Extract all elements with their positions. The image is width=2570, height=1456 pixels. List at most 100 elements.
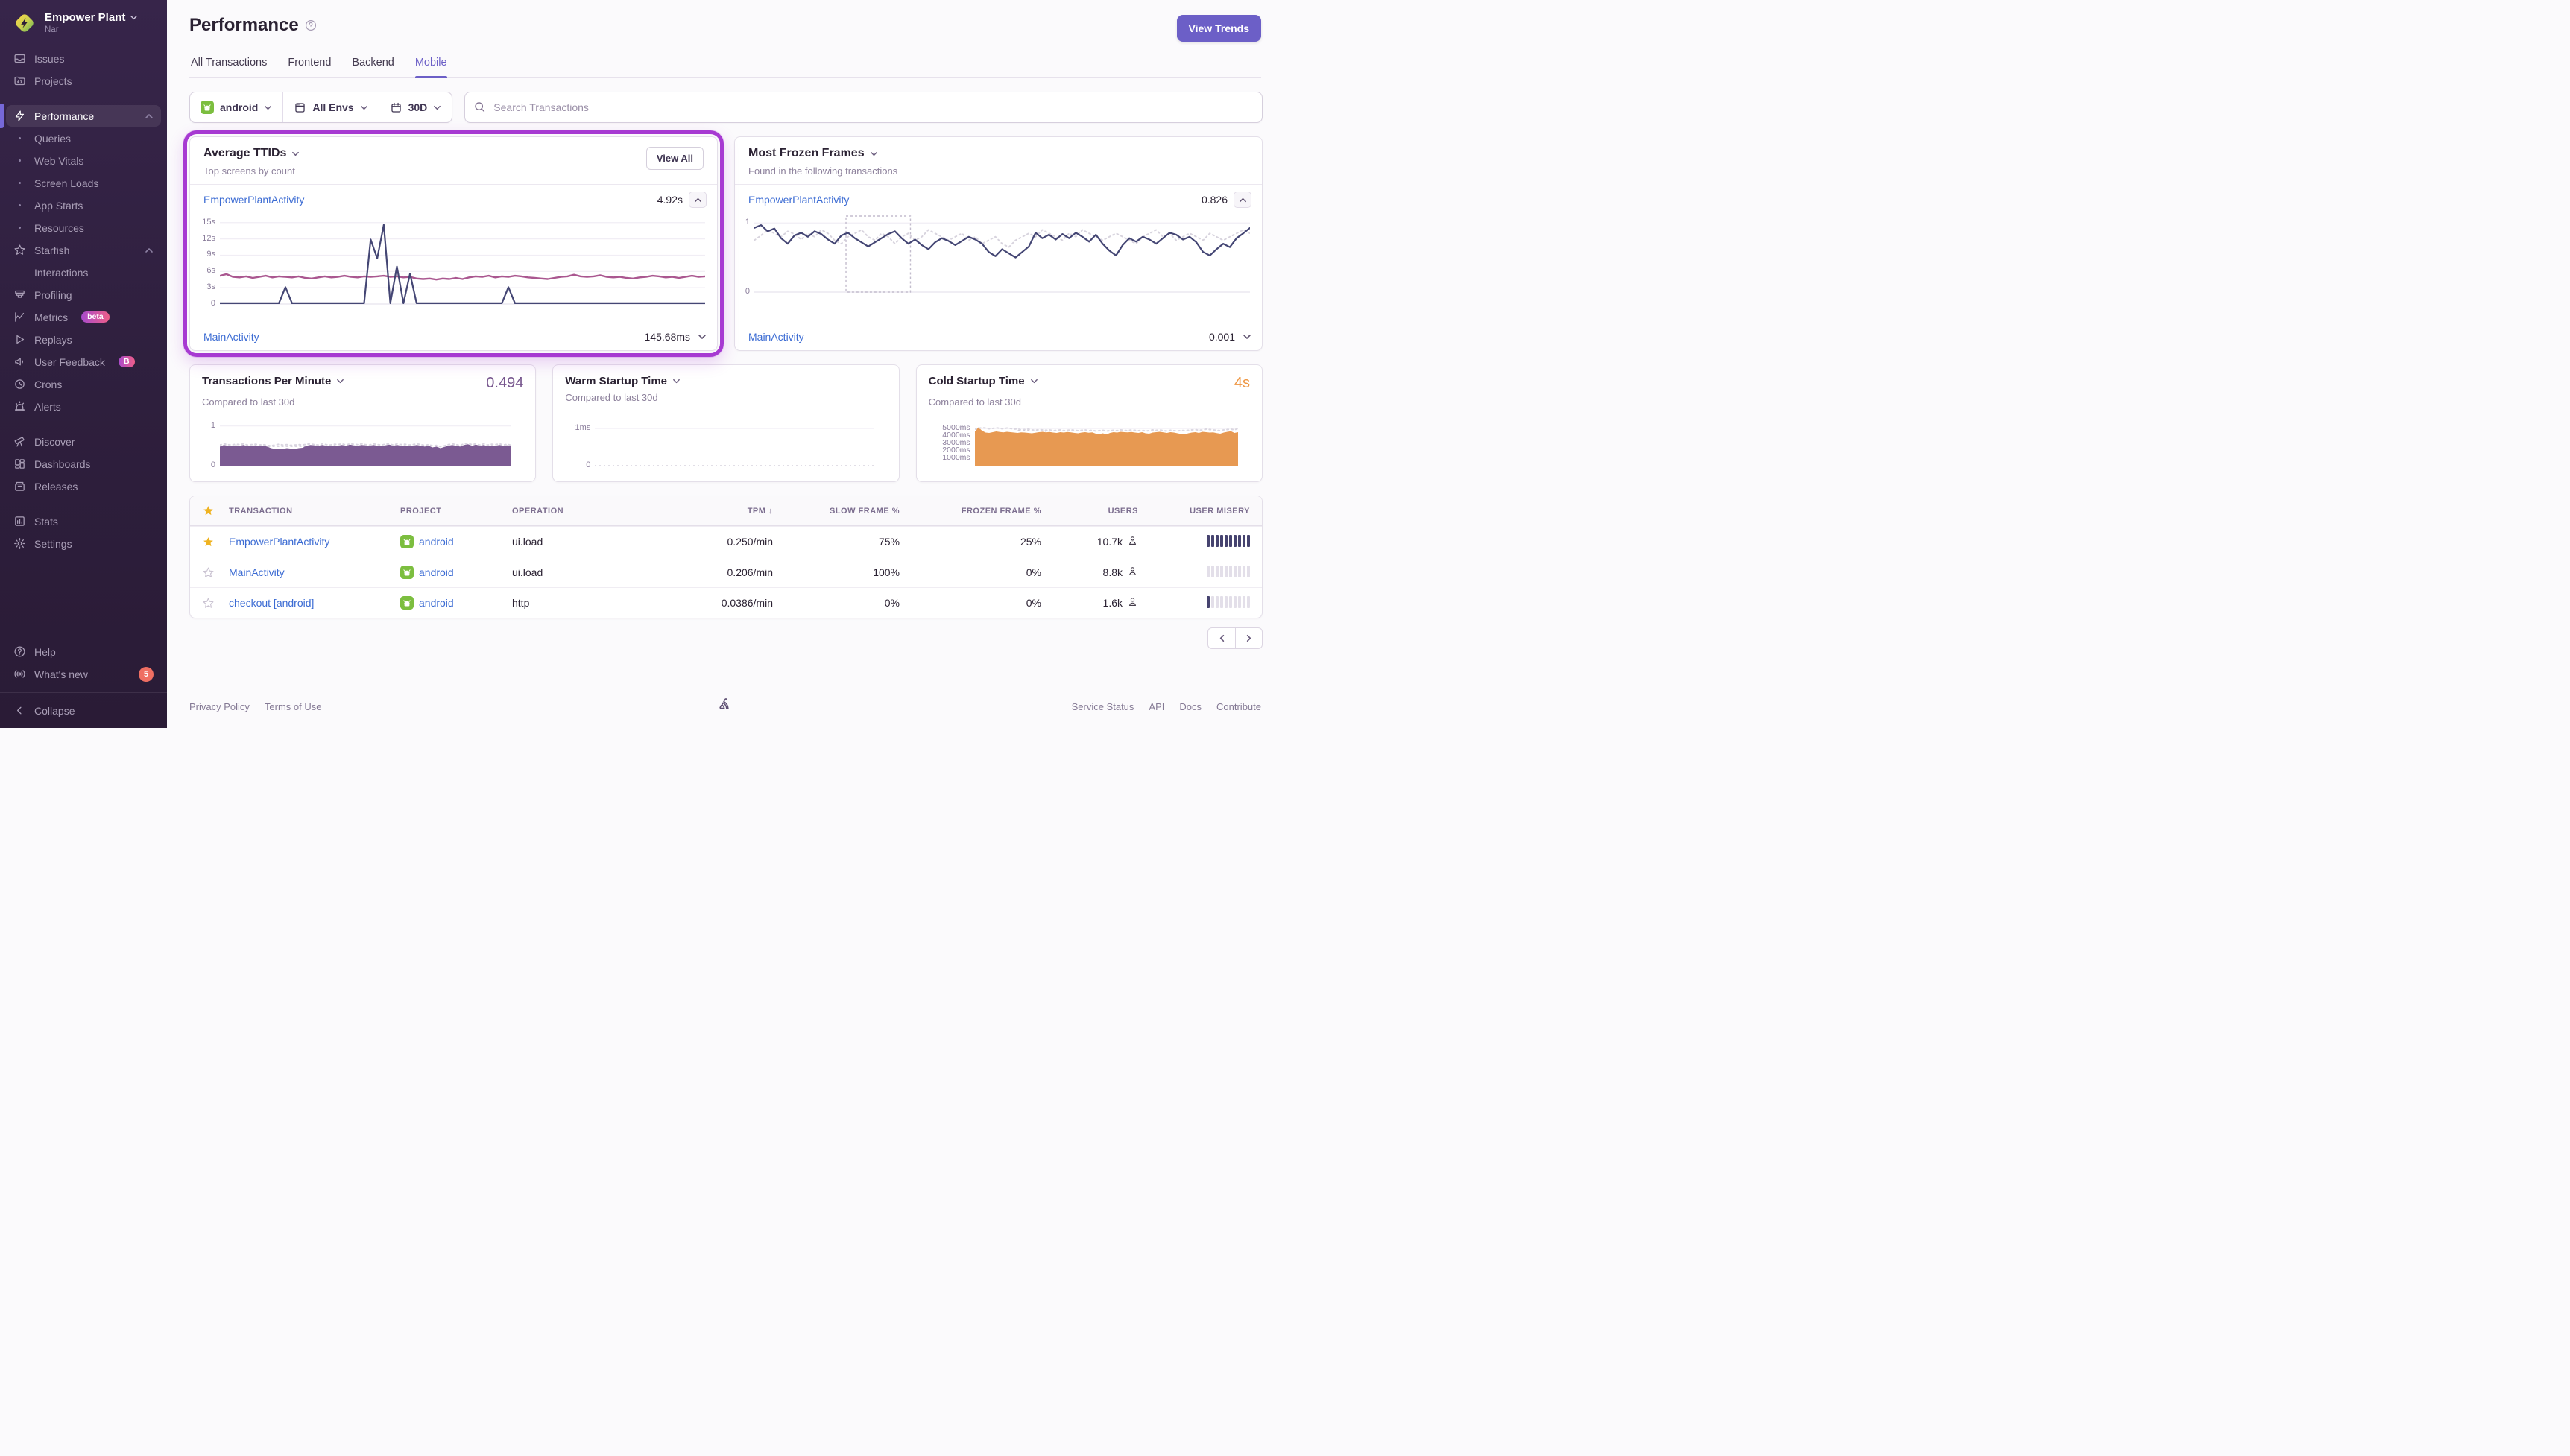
warm-subtitle: Compared to last 30d bbox=[565, 392, 886, 403]
sidebar-item-metrics[interactable]: Metricsbeta bbox=[6, 306, 161, 328]
project-link[interactable]: android bbox=[419, 597, 454, 609]
footer-link-service-status[interactable]: Service Status bbox=[1072, 701, 1134, 712]
expand-row-button[interactable] bbox=[698, 332, 707, 341]
org-switcher[interactable]: Empower Plant Nar bbox=[0, 0, 167, 43]
sidebar-item-performance[interactable]: Performance bbox=[6, 105, 161, 127]
android-project-icon bbox=[201, 101, 214, 114]
tab-frontend[interactable]: Frontend bbox=[288, 57, 331, 77]
ttids-subtitle: Top screens by count bbox=[203, 165, 300, 177]
sidebar-item-discover[interactable]: Discover bbox=[6, 431, 161, 452]
frozen-title-dropdown[interactable]: Most Frozen Frames bbox=[748, 147, 897, 160]
sidebar-item-screen-loads[interactable]: Screen Loads bbox=[6, 172, 161, 194]
transaction-link[interactable]: EmpowerPlantActivity bbox=[229, 536, 329, 548]
footer-link-terms-of-use[interactable]: Terms of Use bbox=[265, 701, 322, 712]
star-filled-icon[interactable] bbox=[202, 536, 229, 548]
sidebar-item-label: App Starts bbox=[34, 200, 83, 212]
sidebar-item-label: Profiling bbox=[34, 289, 72, 301]
sidebar-item-label: Projects bbox=[34, 75, 72, 87]
column-header-tpm[interactable]: TPM ↓ bbox=[661, 507, 773, 516]
sidebar-item-queries[interactable]: Queries bbox=[6, 127, 161, 149]
ttids-title-dropdown[interactable]: Average TTIDs bbox=[203, 147, 300, 160]
megaphone-icon bbox=[12, 355, 27, 369]
org-name[interactable]: Empower Plant bbox=[45, 11, 125, 24]
expand-row-button[interactable] bbox=[1243, 332, 1251, 341]
frozen-frame-cell: 0% bbox=[900, 597, 1041, 609]
sidebar-item-releases[interactable]: Releases bbox=[6, 475, 161, 497]
transaction-link[interactable]: EmpowerPlantActivity bbox=[203, 194, 304, 206]
sidebar-item-user-feedback[interactable]: User FeedbackB bbox=[6, 351, 161, 373]
sidebar-item-dashboards[interactable]: Dashboards bbox=[6, 453, 161, 475]
column-header-user-misery[interactable]: USER MISERY bbox=[1138, 507, 1250, 516]
cold-startup-chart: 1000ms2000ms3000ms4000ms5000ms bbox=[929, 419, 1250, 474]
footer-link-docs[interactable]: Docs bbox=[1179, 701, 1202, 712]
environment-filter[interactable]: All Envs bbox=[282, 92, 378, 122]
sidebar-item-settings[interactable]: Settings bbox=[6, 533, 161, 554]
transaction-link[interactable]: checkout [android] bbox=[229, 597, 314, 609]
tab-backend[interactable]: Backend bbox=[352, 57, 394, 77]
warm-title-dropdown[interactable]: Warm Startup Time bbox=[565, 375, 681, 387]
column-header-operation[interactable]: OPERATION bbox=[512, 507, 661, 516]
footer-link-contribute[interactable]: Contribute bbox=[1216, 701, 1261, 712]
sidebar-item-app-starts[interactable]: App Starts bbox=[6, 194, 161, 216]
help-icon[interactable] bbox=[305, 19, 317, 31]
next-page-button[interactable] bbox=[1235, 627, 1263, 649]
table-row-empowerplantactivity: EmpowerPlantActivityandroidui.load0.250/… bbox=[190, 526, 1262, 557]
y-axis-label: 1 bbox=[745, 218, 750, 227]
cold-title: Cold Startup Time bbox=[929, 375, 1025, 387]
sidebar-item-issues[interactable]: Issues bbox=[6, 48, 161, 69]
project-link[interactable]: android bbox=[419, 536, 454, 548]
sidebar-item-label: Help bbox=[34, 646, 56, 658]
search-input[interactable] bbox=[464, 92, 1263, 123]
sidebar-item-profiling[interactable]: Profiling bbox=[6, 284, 161, 306]
sidebar-item-label: Collapse bbox=[34, 705, 75, 717]
sidebar-item-what-s-new[interactable]: What's new5 bbox=[6, 663, 161, 685]
tab-all-transactions[interactable]: All Transactions bbox=[191, 57, 267, 77]
chevron-down-icon bbox=[672, 377, 681, 385]
star-outline-icon[interactable] bbox=[202, 597, 229, 610]
column-header-transaction[interactable]: TRANSACTION bbox=[229, 507, 400, 516]
transaction-link[interactable]: EmpowerPlantActivity bbox=[748, 194, 849, 206]
sidebar-item-starfish[interactable]: Starfish bbox=[6, 239, 161, 261]
sidebar-item-collapse[interactable]: Collapse bbox=[6, 700, 161, 721]
tab-mobile[interactable]: Mobile bbox=[415, 57, 447, 77]
warm-startup-chart: 01ms bbox=[565, 419, 886, 474]
slow-frame-cell: 75% bbox=[773, 536, 900, 548]
column-header-users[interactable]: USERS bbox=[1041, 507, 1138, 516]
column-header-slow-frame[interactable]: SLOW FRAME % bbox=[773, 507, 900, 516]
sidebar-item-web-vitals[interactable]: Web Vitals bbox=[6, 150, 161, 171]
sidebar-item-label: Resources bbox=[34, 222, 84, 234]
collapse-row-button[interactable] bbox=[1234, 192, 1251, 208]
column-header-frozen-frame[interactable]: FROZEN FRAME % bbox=[900, 507, 1041, 516]
sidebar-item-resources[interactable]: Resources bbox=[6, 217, 161, 238]
star-column-icon bbox=[202, 504, 229, 517]
transaction-link[interactable]: MainActivity bbox=[748, 331, 804, 343]
cold-title-dropdown[interactable]: Cold Startup Time bbox=[929, 375, 1038, 387]
view-trends-button[interactable]: View Trends bbox=[1177, 15, 1261, 42]
sidebar-item-crons[interactable]: Crons bbox=[6, 373, 161, 395]
project-link[interactable]: android bbox=[419, 566, 454, 578]
project-filter[interactable]: android bbox=[190, 92, 282, 122]
previous-page-button[interactable] bbox=[1207, 627, 1235, 649]
date-range-filter[interactable]: 30D bbox=[379, 92, 452, 122]
sidebar-item-interactions[interactable]: Interactions bbox=[6, 262, 161, 283]
collapse-row-button[interactable] bbox=[689, 192, 707, 208]
main-content: Performance View Trends All Transactions… bbox=[167, 0, 1285, 728]
stats-icon bbox=[12, 515, 27, 528]
transaction-link[interactable]: MainActivity bbox=[203, 331, 259, 343]
sidebar-item-projects[interactable]: Projects bbox=[6, 70, 161, 92]
tpm-title-dropdown[interactable]: Transactions Per Minute bbox=[202, 375, 344, 387]
transaction-link[interactable]: MainActivity bbox=[229, 566, 285, 578]
sidebar-item-alerts[interactable]: Alerts bbox=[6, 396, 161, 417]
column-header-project[interactable]: PROJECT bbox=[400, 507, 512, 516]
star-outline-icon[interactable] bbox=[202, 566, 229, 579]
sidebar-item-label: Metrics bbox=[34, 311, 68, 323]
view-all-button[interactable]: View All bbox=[646, 147, 704, 170]
chevron-down-icon bbox=[336, 377, 344, 385]
footer-link-privacy-policy[interactable]: Privacy Policy bbox=[189, 701, 250, 712]
broadcast-icon bbox=[12, 668, 27, 681]
sidebar-item-help[interactable]: Help bbox=[6, 641, 161, 662]
sidebar-item-replays[interactable]: Replays bbox=[6, 329, 161, 350]
sidebar-item-stats[interactable]: Stats bbox=[6, 510, 161, 532]
footer-link-api[interactable]: API bbox=[1149, 701, 1164, 712]
sidebar-item-label: Dashboards bbox=[34, 458, 91, 470]
